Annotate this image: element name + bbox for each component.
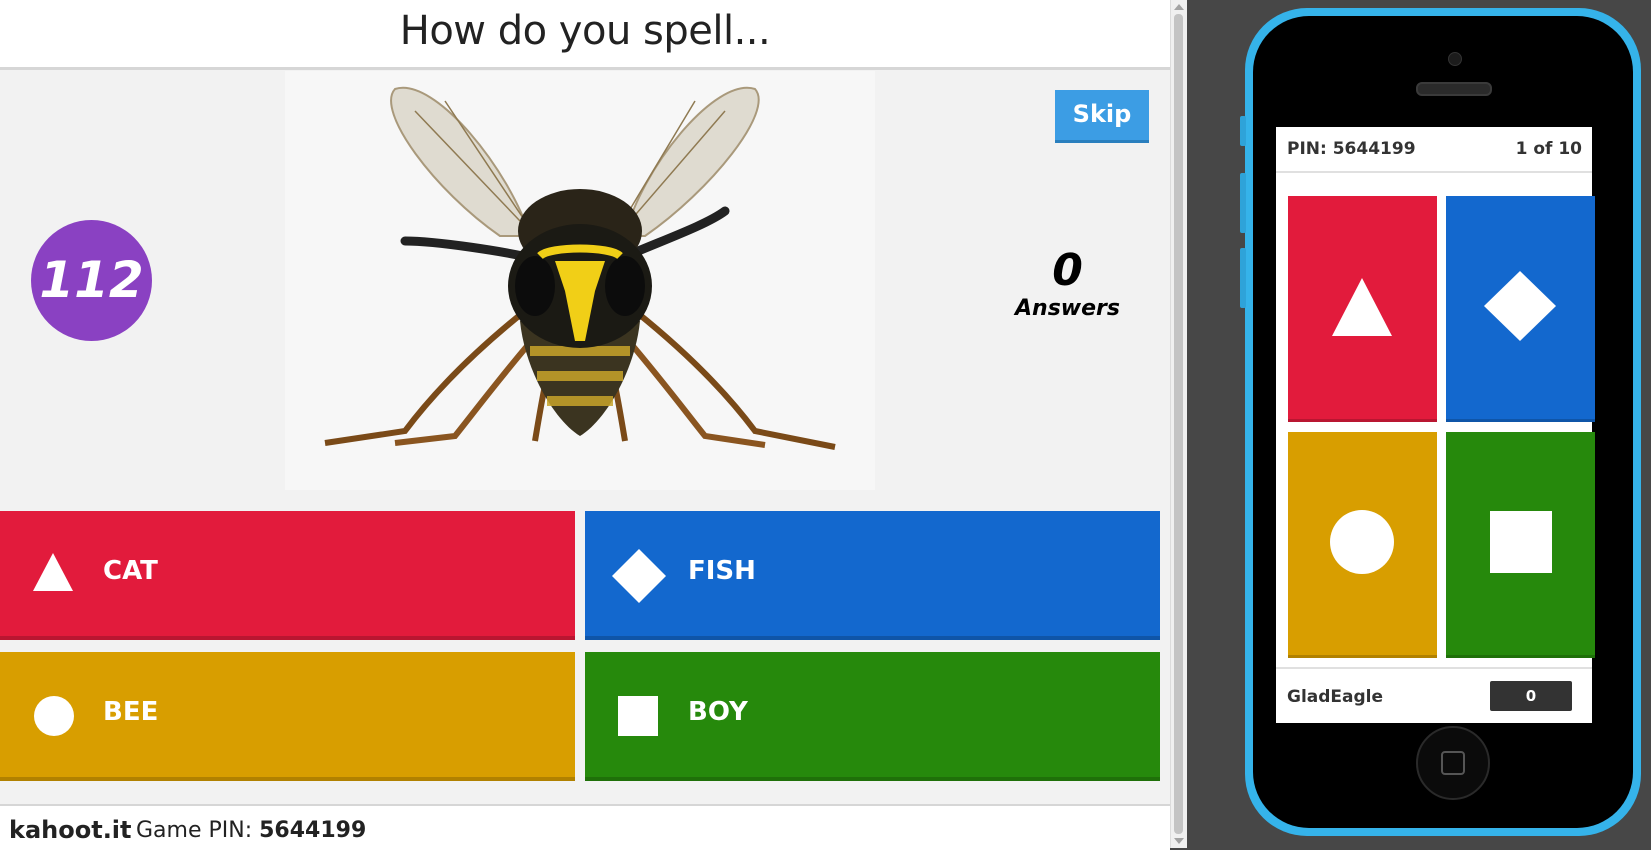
square-icon: [618, 696, 658, 736]
host-screen: How do you spell... 112 Skip 0 Answers C…: [0, 0, 1170, 850]
answer-label: BEE: [103, 697, 159, 727]
phone-answer-diamond[interactable]: [1446, 196, 1595, 422]
answers-label: Answers: [1015, 296, 1120, 321]
phone-volume-down: [1240, 248, 1246, 308]
answer-option-bee[interactable]: BEE: [0, 652, 575, 781]
player-name: GladEagle: [1287, 687, 1384, 707]
scroll-down-icon[interactable]: [1174, 838, 1184, 844]
answer-label: BOY: [688, 697, 748, 727]
site-name: kahoot.it: [9, 816, 132, 844]
diamond-icon: [612, 549, 666, 603]
home-button-icon: [1441, 751, 1465, 775]
question-title: How do you spell...: [399, 8, 771, 54]
phone-volume-up: [1240, 173, 1246, 233]
scrollbar-thumb[interactable]: [1174, 14, 1183, 834]
phone-answer-triangle[interactable]: [1288, 196, 1437, 422]
footer-bar: kahoot.it Game PIN: 5644199: [0, 804, 1170, 850]
phone-pin: PIN: 5644199: [1287, 139, 1416, 159]
speaker-grille: [1416, 82, 1492, 96]
circle-icon: [1330, 510, 1394, 574]
answer-label: FISH: [688, 556, 756, 586]
page-scrollbar[interactable]: [1170, 0, 1187, 848]
phone-footer: GladEagle 0: [1276, 667, 1592, 723]
player-score: 0: [1490, 681, 1572, 711]
scroll-up-icon[interactable]: [1174, 4, 1184, 10]
answer-label: CAT: [103, 556, 158, 586]
game-pin: Game PIN: 5644199: [136, 818, 366, 843]
skip-button[interactable]: Skip: [1055, 90, 1149, 143]
game-pin-value: 5644199: [259, 818, 367, 843]
diamond-icon: [1484, 271, 1556, 341]
phone-answer-circle[interactable]: [1288, 432, 1437, 658]
phone-answer-square[interactable]: [1446, 432, 1595, 658]
circle-icon: [34, 696, 74, 736]
triangle-icon: [33, 553, 73, 591]
square-icon: [1490, 511, 1552, 573]
answer-option-cat[interactable]: CAT: [0, 511, 575, 640]
question-image-wasp: [285, 71, 875, 490]
answer-option-boy[interactable]: BOY: [585, 652, 1160, 781]
triangle-icon: [1332, 278, 1392, 336]
phone-mute-switch: [1240, 116, 1246, 146]
home-button[interactable]: [1416, 726, 1490, 800]
countdown-timer: 112: [31, 220, 152, 341]
answers-count: 0: [1052, 245, 1083, 296]
question-progress: 1 of 10: [1515, 139, 1582, 159]
phone-header: PIN: 5644199 1 of 10: [1276, 127, 1592, 173]
answer-option-fish[interactable]: FISH: [585, 511, 1160, 640]
game-pin-label: Game PIN:: [136, 818, 260, 843]
phone-screen: PIN: 5644199 1 of 10 GladEagle 0: [1276, 127, 1595, 723]
question-bar: How do you spell...: [0, 0, 1170, 70]
camera-icon: [1448, 52, 1462, 66]
